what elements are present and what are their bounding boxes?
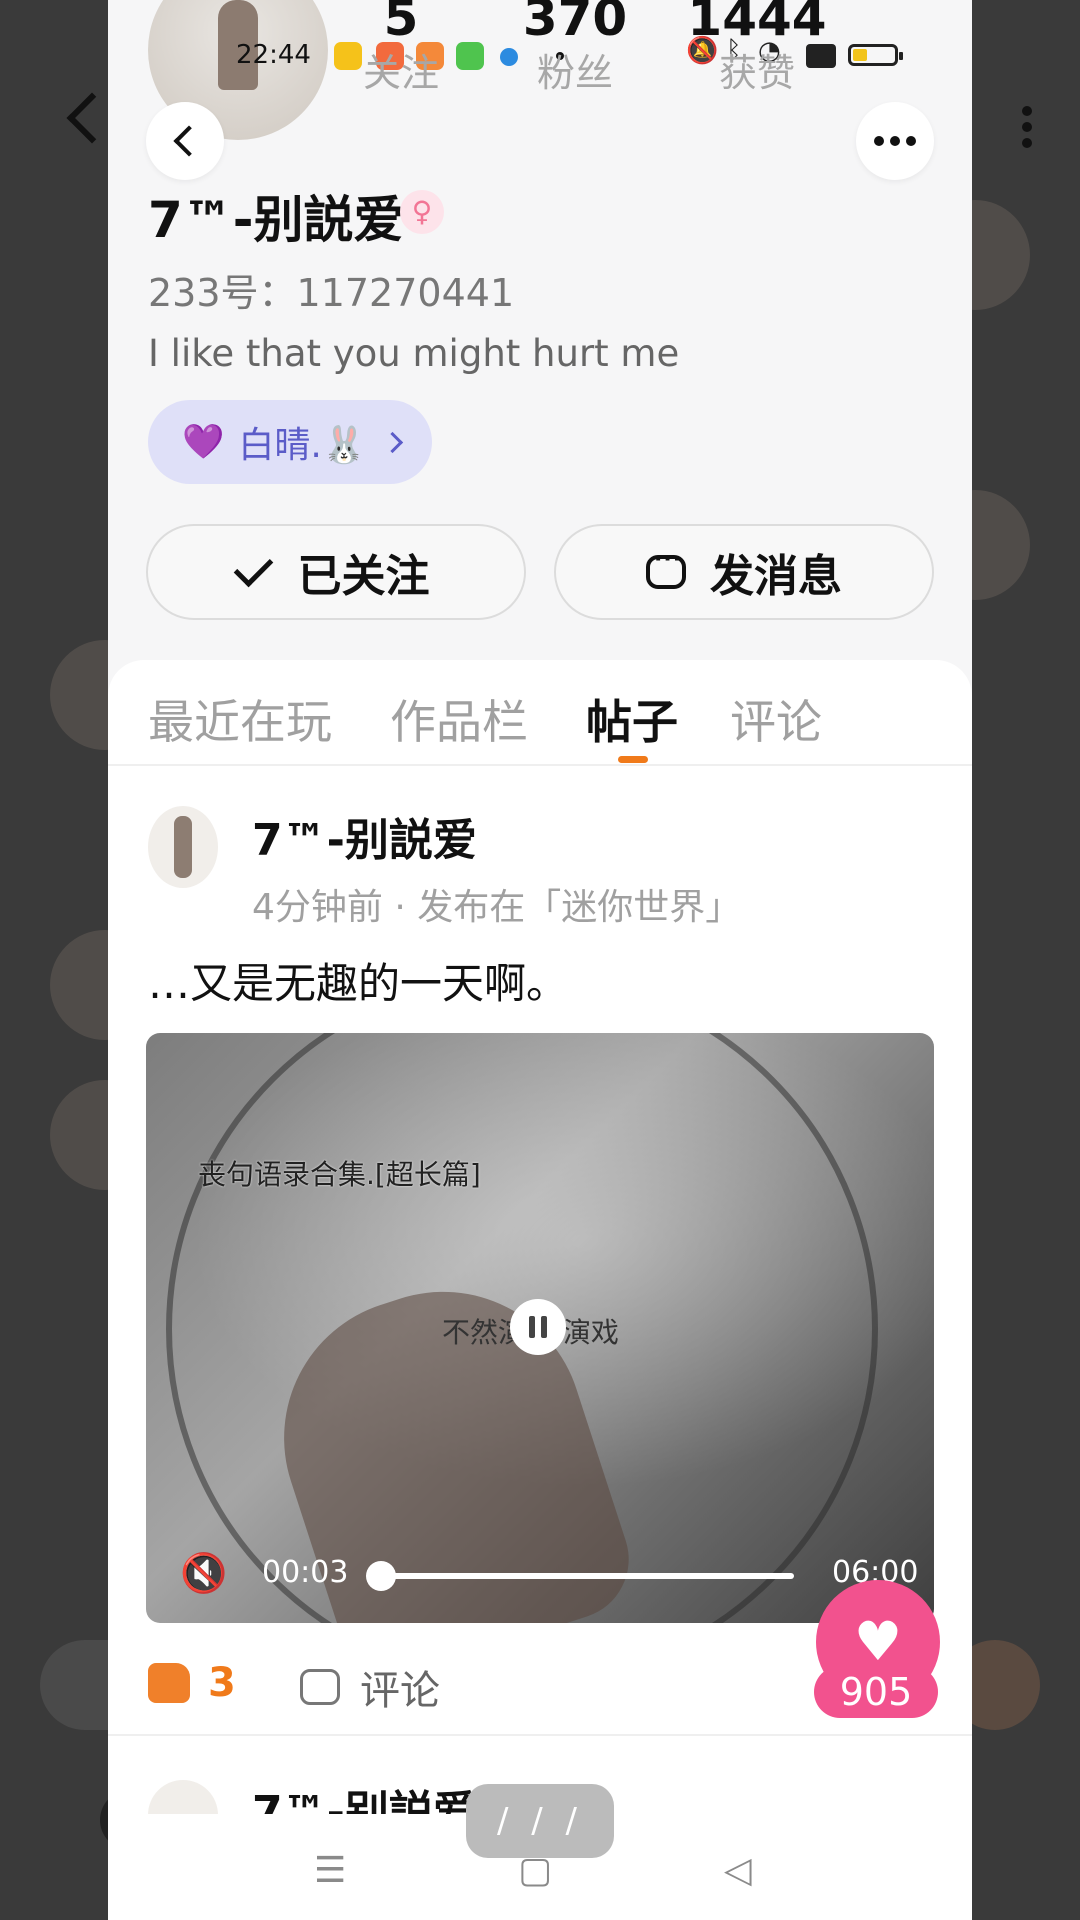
- followed-button[interactable]: 已关注: [146, 524, 526, 620]
- home-icon[interactable]: ▢: [518, 1850, 552, 1891]
- video-progress-track[interactable]: [382, 1573, 794, 1579]
- back-nav-icon[interactable]: ◁: [724, 1850, 752, 1891]
- floating-like-count: 905: [814, 1666, 938, 1718]
- comment-button[interactable]: 评论: [300, 1658, 440, 1716]
- video-progress-knob[interactable]: [366, 1561, 396, 1591]
- chevron-right-icon: [381, 431, 404, 453]
- back-icon: [173, 125, 205, 157]
- tab-works[interactable]: 作品栏: [390, 686, 528, 752]
- profile-tabs: 最近在玩 作品栏 帖子 评论: [108, 660, 972, 766]
- message-label: 发消息: [710, 551, 842, 602]
- comment-icon: [300, 1669, 340, 1705]
- thumbs-up-icon: [148, 1663, 190, 1703]
- tab-recent[interactable]: 最近在玩: [148, 686, 332, 752]
- video-current-time: 00:03: [262, 1555, 349, 1590]
- pause-icon: [541, 1316, 547, 1338]
- stat-likes-label: 获赞: [718, 51, 795, 95]
- comment-label: 评论: [360, 1668, 440, 1714]
- stat-likes[interactable]: 1444 获赞: [672, 0, 842, 98]
- pause-button[interactable]: [510, 1299, 566, 1355]
- relation-pill[interactable]: 💜 白晴.🐰: [148, 400, 432, 484]
- followed-label: 已关注: [297, 551, 430, 602]
- background-more-icon: [1022, 100, 1032, 154]
- like-button[interactable]: 3: [148, 1660, 236, 1706]
- drag-handle[interactable]: / / /: [466, 1784, 614, 1858]
- profile-panel: 22:44 🔕 ᛒ ◔ 5 关注 370 粉丝 1444 获赞 7™-别説爱 ♀…: [108, 0, 972, 1920]
- stat-following-count: 5: [383, 0, 419, 47]
- status-time: 22:44: [236, 40, 311, 70]
- pause-icon: [529, 1316, 535, 1338]
- stat-followers-label: 粉丝: [536, 51, 613, 95]
- post-text[interactable]: …又是无趣的一天啊。: [148, 950, 568, 1011]
- message-button[interactable]: 发消息: [554, 524, 934, 620]
- stat-followers-count: 370: [522, 0, 628, 47]
- more-button[interactable]: [856, 102, 934, 180]
- post-avatar[interactable]: [148, 806, 218, 888]
- content-area: 最近在玩 作品栏 帖子 评论 7™-别説爱 4分钟前 · 发布在「迷你世界」 ……: [108, 660, 972, 1920]
- profile-name: 7™-别説爱: [148, 191, 404, 249]
- video-player[interactable]: 丧句语录合集.[超长篇] 不然演 么演戏 🔇 00:03 06:00: [146, 1033, 934, 1623]
- battery-icon: [848, 44, 903, 66]
- post-divider: [108, 1734, 972, 1736]
- female-gender-icon: ♀: [400, 190, 444, 234]
- mute-icon[interactable]: 🔇: [180, 1551, 227, 1596]
- message-icon: [646, 547, 686, 589]
- menu-icon[interactable]: ☰: [314, 1850, 346, 1891]
- relation-pill-label: 白晴.🐰: [238, 425, 367, 466]
- heart-icon: 💜: [182, 422, 225, 462]
- check-icon: [233, 547, 273, 587]
- post-author[interactable]: 7™-别説爱: [252, 804, 477, 868]
- stat-followers[interactable]: 370 粉丝: [500, 0, 650, 98]
- heart-icon: ♥: [853, 1610, 903, 1673]
- stat-following[interactable]: 5 关注: [326, 0, 476, 98]
- profile-bio: I like that you might hurt me: [148, 332, 680, 375]
- tab-comments[interactable]: 评论: [730, 686, 822, 752]
- post-meta: 4分钟前 · 发布在「迷你世界」: [252, 887, 742, 928]
- profile-uid: 233号：117270441: [148, 271, 515, 315]
- stat-likes-count: 1444: [687, 0, 827, 47]
- video-caption-top: 丧句语录合集.[超长篇]: [198, 1158, 481, 1191]
- active-tab-indicator: [618, 756, 648, 763]
- back-button[interactable]: [146, 102, 224, 180]
- more-icon: [874, 136, 916, 146]
- like-count: 3: [208, 1660, 236, 1706]
- tab-posts[interactable]: 帖子: [586, 686, 678, 752]
- stat-following-label: 关注: [362, 51, 439, 95]
